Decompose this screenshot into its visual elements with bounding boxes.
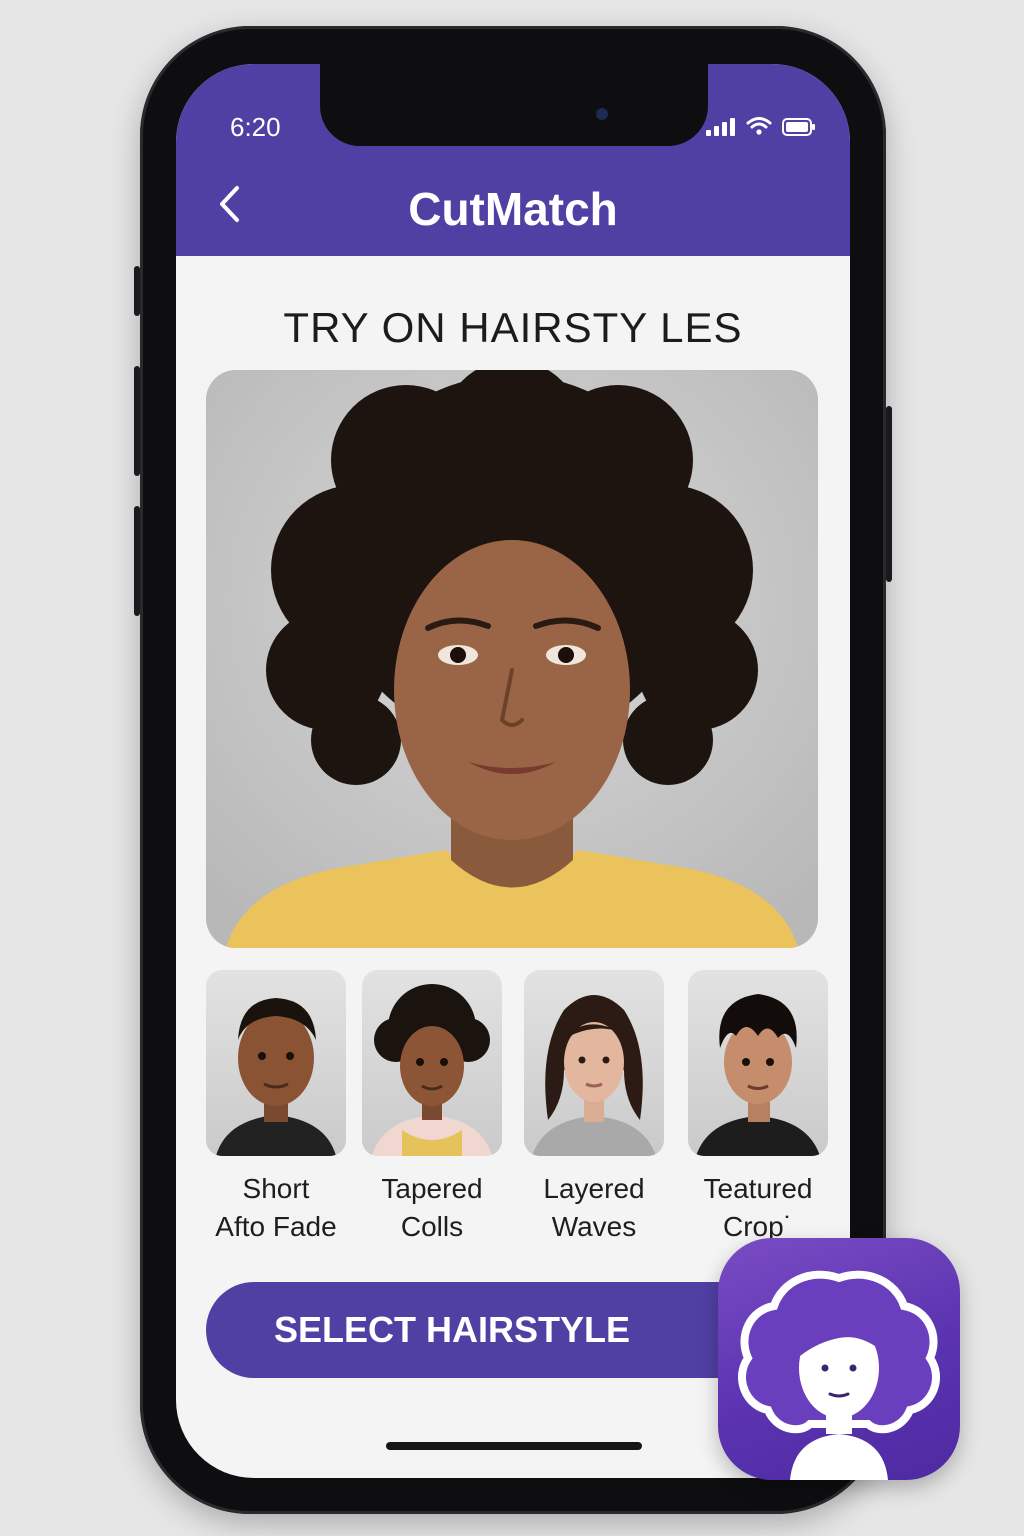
mute-switch <box>134 266 140 316</box>
volume-up-button <box>134 366 140 476</box>
hairstyle-label: Teatured Crop˙ <box>703 1173 813 1242</box>
hairstyle-option-textured-crop[interactable]: Teatured Crop˙ <box>688 970 828 1246</box>
volume-down-button <box>134 506 140 616</box>
afro-avatar-icon <box>738 1270 940 1480</box>
hairstyle-label: Tapered Colls <box>381 1173 483 1242</box>
hairstyle-option-layered-waves[interactable]: Layered Waves <box>524 970 664 1246</box>
cutmatch-app-icon <box>718 1238 960 1480</box>
page-heading: TRY ON HAIRSTY LES <box>283 304 743 351</box>
hairstyle-thumbnail <box>362 970 502 1156</box>
app-header: 6:20 CutMatch <box>176 64 850 256</box>
power-button <box>886 406 892 582</box>
signal-icon <box>706 118 735 136</box>
portrait-image <box>206 370 818 948</box>
front-camera <box>596 108 608 120</box>
battery-icon <box>782 118 815 136</box>
hairstyle-option-tapered-coils[interactable]: Tapered Colls <box>362 970 502 1246</box>
wifi-icon <box>746 117 772 135</box>
hairstyle-options: Short Afto Fade Tapered Colls Layered Wa… <box>206 970 830 1242</box>
hairstyle-label: Layered Waves <box>543 1173 645 1242</box>
status-time: 6:20 <box>230 112 281 142</box>
home-indicator[interactable] <box>386 1442 642 1450</box>
app-title: CutMatch <box>408 183 618 235</box>
hairstyle-thumbnail <box>206 970 346 1156</box>
hairstyle-thumbnail <box>524 970 664 1156</box>
user-photo-preview <box>206 370 818 948</box>
hairstyle-label: Short Afto Fade <box>215 1173 337 1242</box>
hairstyle-thumbnail <box>688 970 828 1156</box>
hairstyle-option-short-afro-fade[interactable]: Short Afto Fade <box>206 970 346 1246</box>
status-icons <box>706 116 816 136</box>
camera-notch <box>320 64 708 146</box>
